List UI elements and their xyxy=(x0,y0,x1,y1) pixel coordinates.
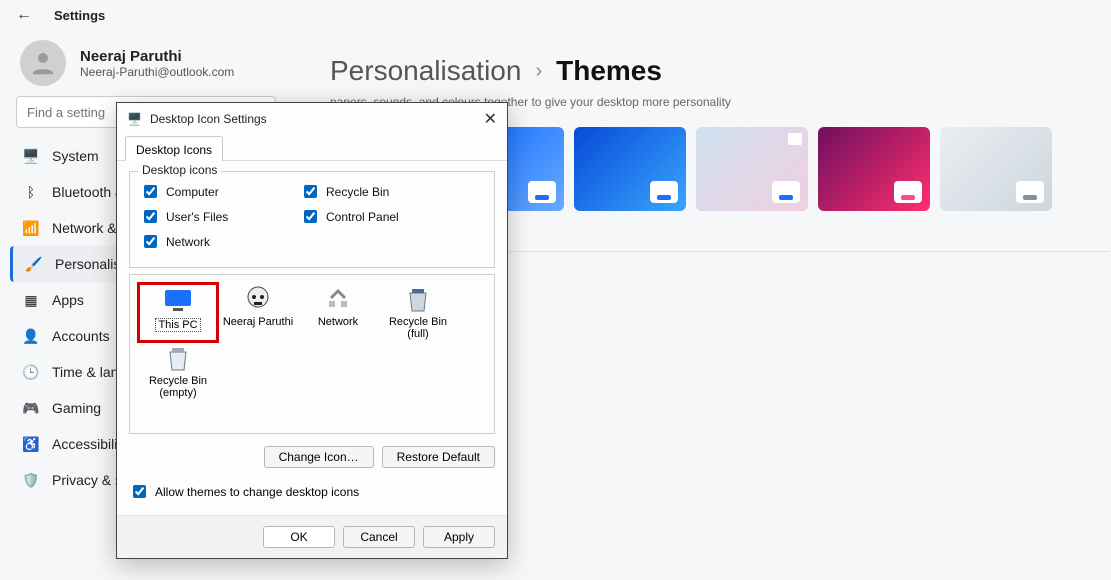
sidebar-icon: ᛒ xyxy=(22,183,40,201)
icon-label: Recycle Bin (full) xyxy=(380,316,456,340)
group-title: Desktop icons xyxy=(138,163,221,177)
theme-thumbnail[interactable] xyxy=(818,127,930,211)
user-email: Neeraj-Paruthi@outlook.com xyxy=(80,65,234,79)
change-icon-button[interactable]: Change Icon… xyxy=(264,446,374,468)
avatar xyxy=(20,40,66,86)
theme-thumbnail[interactable] xyxy=(696,127,808,211)
sidebar-icon: ▦ xyxy=(22,291,40,309)
sidebar-item-label: Apps xyxy=(52,292,84,308)
sidebar-icon: 🎮 xyxy=(22,399,40,417)
sidebar-item-label: Accounts xyxy=(52,328,110,344)
dialog-title: Desktop Icon Settings xyxy=(150,112,267,126)
sidebar-icon: 🖥️ xyxy=(22,147,40,165)
monitor-icon: 🖥️ xyxy=(127,112,142,126)
breadcrumb-current: Themes xyxy=(556,55,662,87)
desktop-icon-network[interactable]: Network xyxy=(300,285,376,340)
ok-button[interactable]: OK xyxy=(263,526,335,548)
allow-themes-checkbox[interactable]: Allow themes to change desktop icons xyxy=(129,482,495,501)
checkbox-user-s-files[interactable]: User's Files xyxy=(140,207,300,226)
breadcrumb: Personalisation › Themes xyxy=(330,55,1110,87)
apply-button[interactable]: Apply xyxy=(423,526,495,548)
sidebar-icon: 👤 xyxy=(22,327,40,345)
theme-thumbnail[interactable] xyxy=(940,127,1052,211)
checkbox-network[interactable]: Network xyxy=(140,232,300,251)
sidebar-icon: 🛡️ xyxy=(22,471,40,489)
sidebar-icon: 🖌️ xyxy=(25,255,43,273)
desktop-icon-neeraj-paruthi[interactable]: Neeraj Paruthi xyxy=(220,285,296,340)
sidebar-icon: 📶 xyxy=(22,219,40,237)
page-title: Settings xyxy=(54,8,105,23)
checkbox-computer[interactable]: Computer xyxy=(140,182,300,201)
restore-default-button[interactable]: Restore Default xyxy=(382,446,495,468)
close-icon[interactable]: ✕ xyxy=(484,109,497,129)
cancel-button[interactable]: Cancel xyxy=(343,526,415,548)
desktop-icon-recycle-bin-empty-[interactable]: Recycle Bin (empty) xyxy=(140,344,216,399)
camera-icon xyxy=(788,133,802,145)
breadcrumb-parent[interactable]: Personalisation xyxy=(330,55,521,87)
sidebar-icon: 🕒 xyxy=(22,363,40,381)
chevron-right-icon: › xyxy=(535,60,542,83)
theme-thumbnail[interactable] xyxy=(574,127,686,211)
desktop-icon-this-pc[interactable]: This PC xyxy=(140,285,216,340)
trooper-icon xyxy=(242,285,274,313)
tab-desktop-icons[interactable]: Desktop Icons xyxy=(125,136,223,161)
sidebar-item-label: Gaming xyxy=(52,400,101,416)
desktop-icon-settings-dialog: 🖥️ Desktop Icon Settings ✕ Desktop Icons… xyxy=(116,102,508,559)
bin-empty-icon xyxy=(162,344,194,372)
icon-label: Recycle Bin (empty) xyxy=(140,375,216,399)
user-name: Neeraj Paruthi xyxy=(80,48,234,65)
sidebar-item-label: System xyxy=(52,148,99,164)
desktop-icon-recycle-bin-full-[interactable]: Recycle Bin (full) xyxy=(380,285,456,340)
icon-label: Neeraj Paruthi xyxy=(223,316,293,328)
icon-label: This PC xyxy=(155,318,200,332)
network-icon xyxy=(322,285,354,313)
icon-label: Network xyxy=(318,316,358,328)
monitor-icon xyxy=(162,287,194,315)
back-icon[interactable]: ← xyxy=(16,6,32,24)
sidebar-icon: ♿ xyxy=(22,435,40,453)
checkbox-control-panel[interactable]: Control Panel xyxy=(300,207,460,226)
bin-full-icon xyxy=(402,285,434,313)
checkbox-recycle-bin[interactable]: Recycle Bin xyxy=(300,182,460,201)
